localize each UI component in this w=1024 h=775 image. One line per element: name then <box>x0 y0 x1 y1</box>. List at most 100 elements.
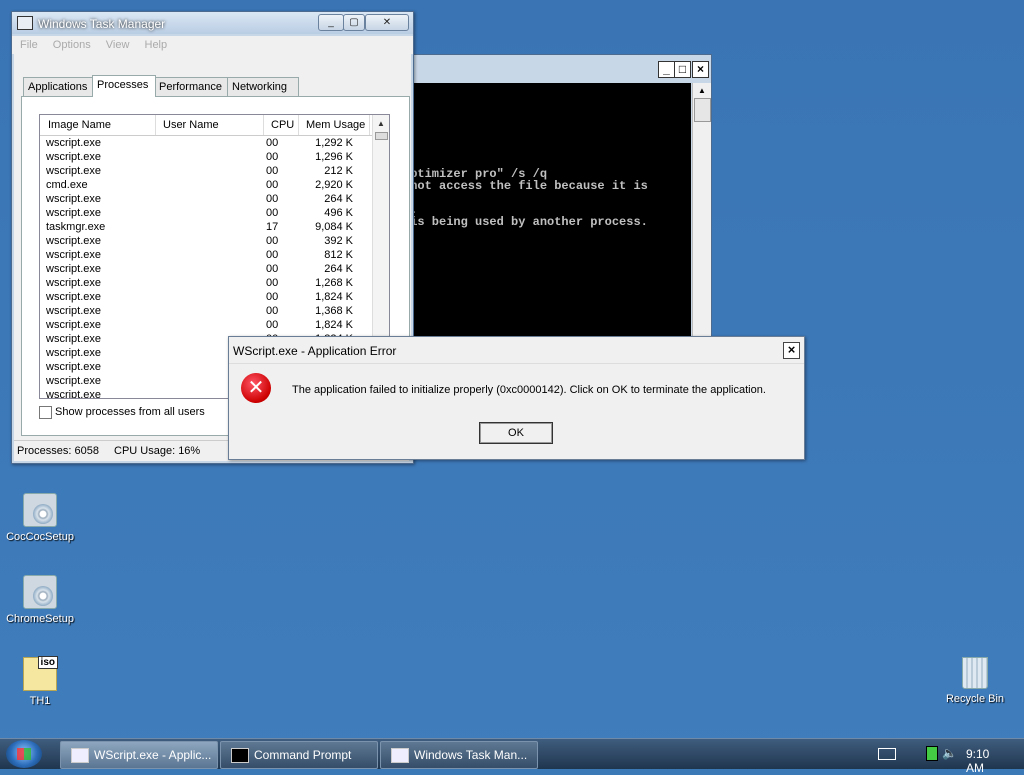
console-scrollbar[interactable]: ▲ <box>692 83 711 337</box>
menu-help[interactable]: Help <box>145 36 168 54</box>
process-list-header: Image Name User Name CPU Mem Usage <box>40 115 373 136</box>
process-cpu: 00 <box>266 319 279 331</box>
tab-processes[interactable]: Processes <box>92 75 156 97</box>
taskbar-button-label: Command Prompt <box>254 748 352 762</box>
process-mem: 9,084 K <box>315 221 353 233</box>
iso-badge: iso <box>37 656 58 669</box>
menu-file[interactable]: File <box>20 36 38 54</box>
recycle-bin-icon <box>962 657 988 689</box>
process-mem: 1,268 K <box>315 277 353 289</box>
table-row[interactable]: wscript.exe 00 1,824 K <box>40 318 373 332</box>
command-prompt-window[interactable]: _ □ × pptimizer pro" /s /q nnot access t… <box>403 54 712 338</box>
console-output: pptimizer pro" /s /q nnot access the fil… <box>403 83 691 337</box>
process-name: wscript.exe <box>46 333 102 345</box>
process-name: wscript.exe <box>46 235 102 247</box>
process-name: wscript.exe <box>46 137 102 149</box>
process-mem: 496 K <box>324 207 353 219</box>
console-icon <box>231 748 249 763</box>
ok-button[interactable]: OK <box>479 422 553 444</box>
table-row[interactable]: wscript.exe 00 812 K <box>40 248 373 262</box>
column-mem-usage[interactable]: Mem Usage <box>298 115 370 135</box>
scroll-thumb[interactable] <box>375 132 388 140</box>
window-icon <box>71 748 89 763</box>
menu-options[interactable]: Options <box>53 36 91 54</box>
dialog-titlebar[interactable]: WScript.exe - Application Error × <box>229 337 804 364</box>
taskbar: WScript.exe - Applic... Command Prompt W… <box>0 738 1024 775</box>
status-processes: Processes: 6058 <box>17 445 99 457</box>
process-mem: 2,920 K <box>315 179 353 191</box>
column-image-name[interactable]: Image Name <box>40 115 156 135</box>
desktop-icon-th1[interactable]: iso TH1 <box>0 656 80 707</box>
maximize-button[interactable]: ▢ <box>343 14 365 31</box>
taskbar-button-task-manager[interactable]: Windows Task Man... <box>380 741 538 769</box>
table-row[interactable]: wscript.exe 00 496 K <box>40 206 373 220</box>
keyboard-icon[interactable] <box>878 748 896 760</box>
table-row[interactable]: wscript.exe 00 1,296 K <box>40 150 373 164</box>
desktop-icon-coccocsetup[interactable]: CocCocSetup <box>0 493 80 543</box>
process-cpu: 00 <box>266 291 279 303</box>
process-cpu: 00 <box>266 179 279 191</box>
process-name: wscript.exe <box>46 207 102 219</box>
start-button[interactable] <box>6 740 42 768</box>
desktop-icon-label: ChromeSetup <box>6 613 74 625</box>
process-cpu: 00 <box>266 193 279 205</box>
table-row[interactable]: wscript.exe 00 1,368 K <box>40 304 373 318</box>
table-row[interactable]: wscript.exe 00 1,824 K <box>40 290 373 304</box>
taskbar-button-label: WScript.exe - Applic... <box>94 748 212 762</box>
minimize-button[interactable]: _ <box>318 14 344 31</box>
minimize-button[interactable]: _ <box>658 61 675 78</box>
process-name: wscript.exe <box>46 249 102 261</box>
taskbar-button-label: Windows Task Man... <box>414 748 528 762</box>
volume-icon[interactable]: 🔈 <box>942 746 957 760</box>
close-button[interactable]: × <box>783 342 800 359</box>
window-title: Windows Task Manager <box>38 17 166 31</box>
table-row[interactable]: wscript.exe 00 212 K <box>40 164 373 178</box>
tab-networking[interactable]: Networking <box>227 77 299 96</box>
table-row[interactable]: wscript.exe 00 392 K <box>40 234 373 248</box>
scroll-up-icon[interactable]: ▲ <box>698 86 706 95</box>
task-manager-app-icon <box>17 16 33 30</box>
error-icon: ✕ <box>241 373 271 403</box>
table-row[interactable]: wscript.exe 00 264 K <box>40 192 373 206</box>
scroll-up-icon[interactable]: ▲ <box>377 119 385 128</box>
table-row[interactable]: wscript.exe 00 1,292 K <box>40 136 373 150</box>
scroll-thumb[interactable] <box>694 98 711 122</box>
task-manager-titlebar[interactable]: Windows Task Manager _ ▢ ✕ <box>12 12 413 34</box>
error-dialog[interactable]: WScript.exe - Application Error × ✕ The … <box>228 336 805 460</box>
tab-performance[interactable]: Performance <box>154 77 229 96</box>
taskbar-button-wscript[interactable]: WScript.exe - Applic... <box>60 741 218 769</box>
process-cpu: 00 <box>266 305 279 317</box>
error-message: The application failed to initialize pro… <box>292 384 766 396</box>
process-cpu: 00 <box>266 151 279 163</box>
column-cpu[interactable]: CPU <box>263 115 299 135</box>
process-name: wscript.exe <box>46 151 102 163</box>
table-row[interactable]: wscript.exe 00 1,268 K <box>40 276 373 290</box>
process-cpu: 00 <box>266 165 279 177</box>
maximize-button[interactable]: □ <box>674 61 691 78</box>
table-row[interactable]: taskmgr.exe 17 9,084 K <box>40 220 373 234</box>
process-cpu: 00 <box>266 235 279 247</box>
tab-applications[interactable]: Applications <box>23 77 94 96</box>
menu-bar: File Options View Help <box>12 36 413 54</box>
process-cpu: 00 <box>266 137 279 149</box>
desktop-icon-chromesetup[interactable]: ChromeSetup <box>0 575 80 625</box>
process-name: taskmgr.exe <box>46 221 106 233</box>
column-user-name[interactable]: User Name <box>155 115 264 135</box>
menu-view[interactable]: View <box>106 36 130 54</box>
process-name: wscript.exe <box>46 361 102 373</box>
table-row[interactable]: cmd.exe 00 2,920 K <box>40 178 373 192</box>
close-button[interactable]: × <box>692 61 709 78</box>
network-icon[interactable] <box>926 746 938 761</box>
process-cpu: 00 <box>266 277 279 289</box>
process-name: cmd.exe <box>46 179 88 191</box>
checkbox-box[interactable] <box>39 406 52 419</box>
close-button[interactable]: ✕ <box>365 14 409 31</box>
process-mem: 1,292 K <box>315 137 353 149</box>
table-row[interactable]: wscript.exe 00 264 K <box>40 262 373 276</box>
clock[interactable]: 9:10 AM <box>966 747 989 775</box>
process-mem: 392 K <box>324 235 353 247</box>
desktop-icon-recycle-bin[interactable]: Recycle Bin <box>935 657 1015 705</box>
process-name: wscript.exe <box>46 305 102 317</box>
taskbar-button-command-prompt[interactable]: Command Prompt <box>220 741 378 769</box>
process-name: wscript.exe <box>46 165 102 177</box>
